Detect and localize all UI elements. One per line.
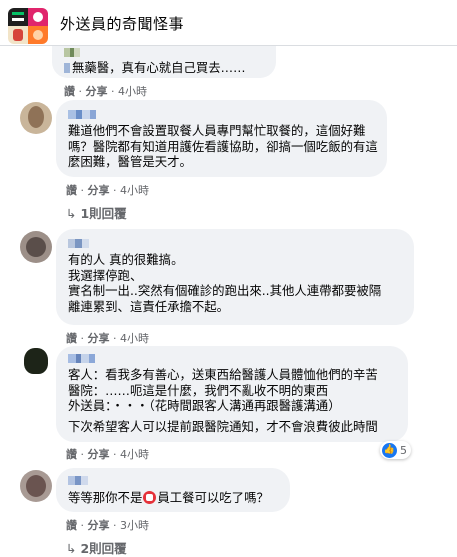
like-button[interactable]: 讚 xyxy=(66,519,77,532)
commenter-avatar[interactable] xyxy=(20,470,52,502)
comment-time[interactable]: 4小時 xyxy=(120,448,149,461)
comment-bubble: 等等那你不是 員工餐可以吃了嗎？ xyxy=(56,468,290,512)
like-button[interactable]: 讚 xyxy=(66,184,77,197)
like-button[interactable]: 讚 xyxy=(66,448,77,461)
redacted-author-name[interactable] xyxy=(68,476,88,485)
comment-time[interactable]: 4小時 xyxy=(118,85,147,98)
redacted-author-name[interactable] xyxy=(68,110,96,119)
redacted-author-name[interactable] xyxy=(64,48,80,57)
group-collage-icon[interactable] xyxy=(8,8,48,44)
reply-arrow-icon: ↳ xyxy=(66,541,77,556)
like-button[interactable]: 讚 xyxy=(64,85,75,98)
commenter-avatar[interactable] xyxy=(20,102,52,134)
comment-time[interactable]: 4小時 xyxy=(120,184,149,197)
reply-arrow-icon: ↳ xyxy=(66,206,77,221)
group-name[interactable]: 外送員的奇聞怪事 xyxy=(60,13,184,34)
view-replies-link[interactable]: ↳ 1則回覆 xyxy=(66,203,127,222)
comment-actions: 讚 · 分享 · 4小時 xyxy=(66,184,149,197)
comment-text: 有的人 真的很難搞。 我選擇停跑、 實名制一出..突然有個確診的跑出來..其他人… xyxy=(68,252,382,314)
comment-text: 客人：看我多有善心，送東西給醫護人員體恤他們的辛苦 醫院：……呃這是什麼，我們不… xyxy=(68,367,378,434)
group-header: 外送員的奇聞怪事 xyxy=(0,0,457,46)
like-button[interactable]: 讚 xyxy=(66,332,77,345)
comment-actions: 讚 · 分享 · 4小時 xyxy=(66,448,149,461)
redacted-author-name[interactable] xyxy=(68,239,89,248)
commenter-avatar[interactable] xyxy=(20,346,52,378)
share-button[interactable]: 分享 xyxy=(88,519,110,532)
comment-text: 無藥醫，真有心就自己買去…… xyxy=(64,60,245,76)
view-replies-link[interactable]: ↳ 2則回覆 xyxy=(66,538,127,557)
reaction-count[interactable]: 👍 5 xyxy=(380,441,411,459)
share-button[interactable]: 分享 xyxy=(88,184,110,197)
comment-bubble: 客人：看我多有善心，送東西給醫護人員體恤他們的辛苦 醫院：……呃這是什麼，我們不… xyxy=(56,346,408,442)
comment-time[interactable]: 3小時 xyxy=(120,519,149,532)
share-button[interactable]: 分享 xyxy=(86,85,108,98)
share-button[interactable]: 分享 xyxy=(88,448,110,461)
comment-bubble: 難道他們不會設置取餐人員專門幫忙取餐的，這個好難 嗎？醫院都有知道用護佐看護協助… xyxy=(56,100,387,177)
comment-actions: 讚 · 分享 · 4小時 xyxy=(64,85,147,98)
comment-actions: 讚 · 分享 · 4小時 xyxy=(66,332,149,345)
thumbs-up-icon: 👍 xyxy=(382,442,397,458)
comment-text: 等等那你不是 員工餐可以吃了嗎？ xyxy=(68,490,269,505)
food-delivery-icon xyxy=(143,491,157,504)
comment-bubble: 有的人 真的很難搞。 我選擇停跑、 實名制一出..突然有個確診的跑出來..其他人… xyxy=(56,229,414,325)
redacted-author-name[interactable] xyxy=(68,354,95,363)
comment-bubble: 無藥醫，真有心就自己買去…… xyxy=(52,46,276,78)
comment-time[interactable]: 4小時 xyxy=(120,332,149,345)
share-button[interactable]: 分享 xyxy=(88,332,110,345)
comment-text: 難道他們不會設置取餐人員專門幫忙取餐的，這個好難 嗎？醫院都有知道用護佐看護協助… xyxy=(68,123,378,169)
comment-actions: 讚 · 分享 · 3小時 xyxy=(66,519,149,532)
commenter-avatar[interactable] xyxy=(20,231,52,263)
